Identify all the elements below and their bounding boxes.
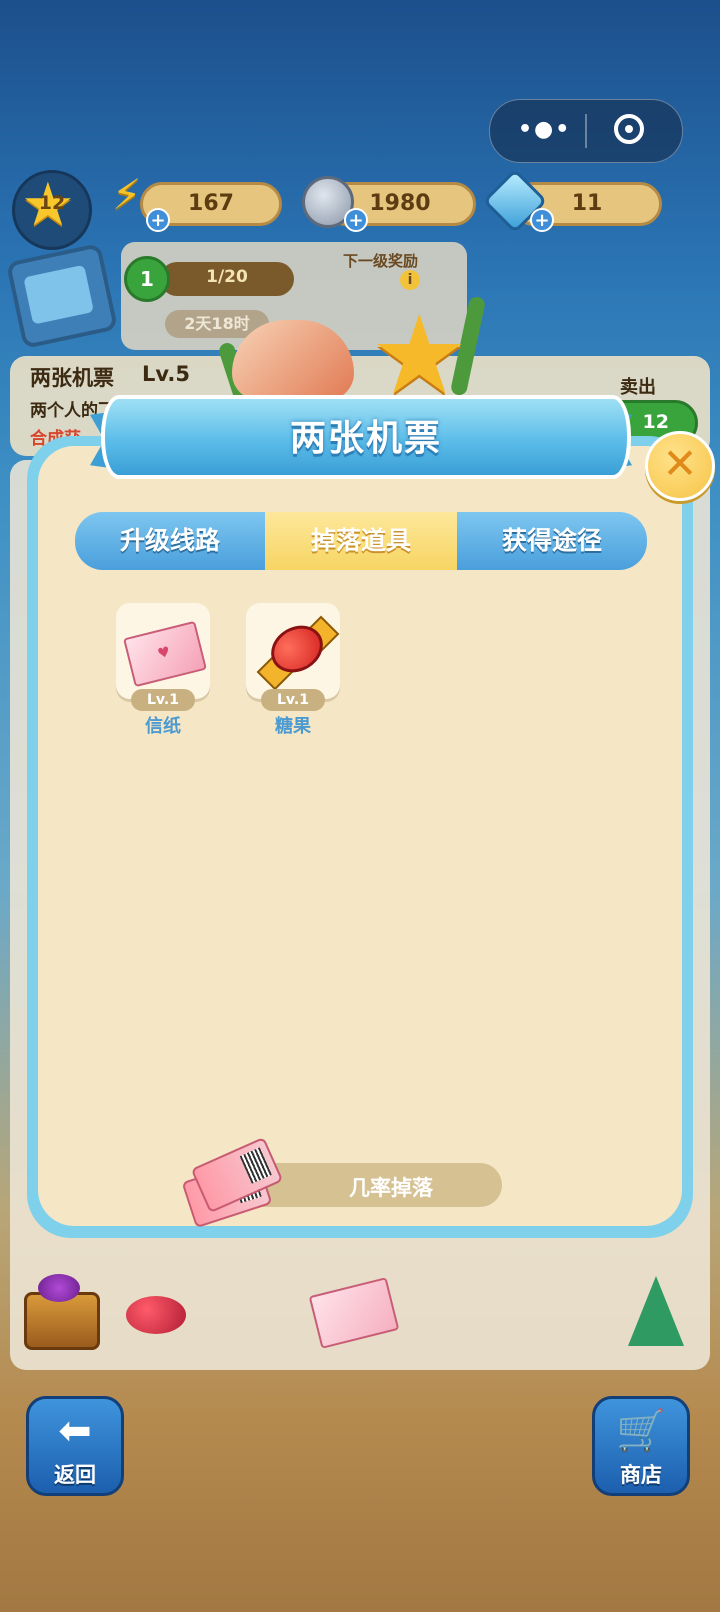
tab-drop-items[interactable]: 掉落道具 xyxy=(265,512,457,570)
more-menu-icon[interactable]: •●• xyxy=(518,117,571,142)
add-gems-button[interactable]: + xyxy=(530,208,554,232)
close-icon: ✕ xyxy=(662,439,698,488)
drop-item-level: Lv.1 xyxy=(261,689,325,711)
lightning-icon: ⚡ xyxy=(112,170,142,219)
starfish-icon: ★ xyxy=(370,291,469,419)
item-level: Lv.5 xyxy=(142,362,190,386)
drop-item-letter-paper[interactable] xyxy=(116,603,210,699)
sell-label: 卖出 xyxy=(620,377,656,398)
rank-medal-icon: 1 xyxy=(124,256,170,302)
plane-tickets-icon xyxy=(181,1136,284,1229)
shop-label: 商店 xyxy=(620,1463,662,1487)
info-icon[interactable]: i xyxy=(400,270,420,290)
shop-button[interactable]: 🛒 商店 xyxy=(592,1396,690,1496)
cart-icon: 🛒 xyxy=(616,1408,666,1454)
add-coins-button[interactable]: + xyxy=(344,208,368,232)
add-energy-button[interactable]: + xyxy=(146,208,170,232)
board-item-candy[interactable] xyxy=(122,1266,192,1370)
sell-price: 12 xyxy=(642,411,669,433)
rank-progress-bar: 1/20 xyxy=(160,262,294,296)
capsule-divider xyxy=(585,114,587,148)
drop-rate-label: 几率掉落 xyxy=(349,1176,433,1200)
close-button[interactable]: ✕ xyxy=(645,431,715,501)
rank-progress-text: 1/20 xyxy=(206,267,248,287)
back-arrow-icon: ⬅ xyxy=(58,1408,92,1454)
tab-upgrade-path[interactable]: 升级线路 xyxy=(75,512,265,570)
board-item-letter[interactable] xyxy=(308,1266,402,1370)
drop-item-name: 信纸 xyxy=(145,716,181,737)
drop-item-level: Lv.1 xyxy=(131,689,195,711)
modal-title: 两张机票 xyxy=(289,418,442,459)
drop-rate-bar: 几率掉落 xyxy=(240,1163,502,1207)
back-button[interactable]: ⬅ 返回 xyxy=(26,1396,124,1496)
back-label: 返回 xyxy=(54,1463,96,1487)
item-name: 两张机票 xyxy=(30,366,114,390)
player-level-value: 12 xyxy=(38,192,66,214)
player-level-badge[interactable]: ★ 12 xyxy=(12,170,92,250)
tab-obtain-ways[interactable]: 获得途径 xyxy=(457,512,647,570)
drop-item-candy[interactable] xyxy=(246,603,340,699)
drop-item-name: 糖果 xyxy=(275,716,311,737)
board-item-treasure-chest[interactable] xyxy=(20,1266,100,1370)
mini-program-capsule: •●• xyxy=(489,99,683,163)
close-program-icon[interactable] xyxy=(614,114,644,144)
calendar-icon[interactable] xyxy=(5,242,119,350)
board-item-green-shard[interactable] xyxy=(622,1266,692,1370)
next-reward-label: 下一级奖励 xyxy=(343,252,419,270)
letter-paper-icon xyxy=(123,620,207,688)
